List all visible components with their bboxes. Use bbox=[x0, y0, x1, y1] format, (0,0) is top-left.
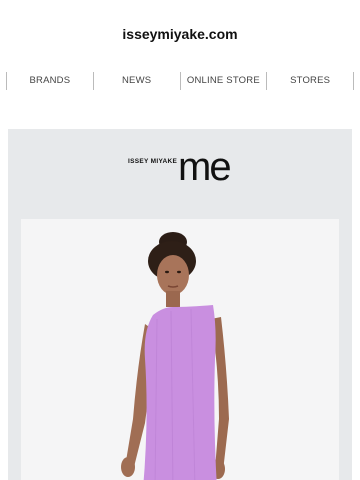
logo-me-text: me bbox=[178, 145, 232, 189]
main-nav: BRANDS NEWS ONLINE STORE STORES bbox=[6, 72, 354, 90]
nav-item-brands[interactable]: BRANDS bbox=[6, 72, 93, 90]
model-illustration bbox=[121, 232, 229, 480]
logo-issey-miyake-text: ISSEY MIYAKE bbox=[128, 158, 178, 165]
site-title[interactable]: isseymiyake.com bbox=[0, 26, 360, 42]
brand-logo[interactable]: ISSEY MIYAKE me bbox=[128, 147, 248, 197]
nav-item-stores[interactable]: STORES bbox=[266, 72, 354, 90]
brand-banner[interactable]: ISSEY MIYAKE me bbox=[8, 129, 352, 480]
nav-item-online-store[interactable]: ONLINE STORE bbox=[179, 72, 267, 90]
model-photo[interactable] bbox=[21, 219, 339, 480]
nav-item-news[interactable]: NEWS bbox=[92, 72, 180, 90]
